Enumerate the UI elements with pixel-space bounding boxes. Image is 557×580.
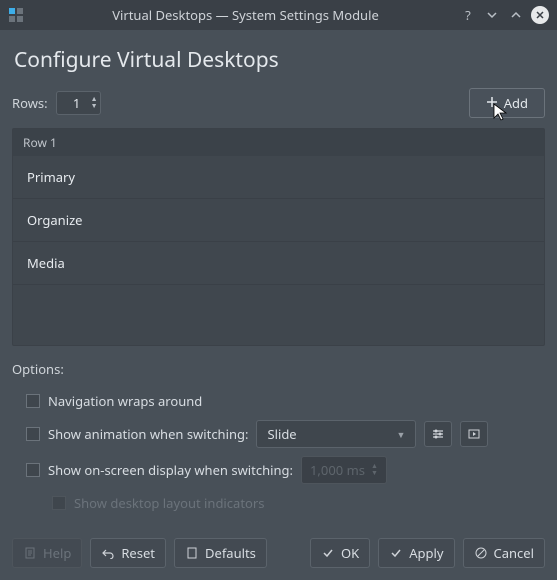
add-button-label: Add: [504, 94, 528, 112]
help-button[interactable]: Help: [12, 538, 82, 568]
apply-button-label: Apply: [409, 544, 443, 562]
list-item[interactable]: Media: [13, 242, 544, 285]
titlebar: Virtual Desktops — System Settings Modul…: [0, 0, 557, 30]
nav-wrap-label: Navigation wraps around: [48, 392, 202, 410]
options-label: Options:: [12, 360, 545, 378]
show-layout-checkbox: [52, 496, 66, 510]
show-animation-checkbox[interactable]: [26, 427, 40, 441]
apply-button[interactable]: Apply: [378, 538, 454, 568]
page-title: Configure Virtual Desktops: [14, 46, 545, 74]
maximize-button[interactable]: [507, 6, 525, 24]
undo-icon: [101, 547, 115, 559]
nav-wrap-checkbox[interactable]: [26, 394, 40, 408]
defaults-button[interactable]: Defaults: [174, 538, 267, 568]
animation-select[interactable]: Slide ▼: [256, 420, 416, 448]
dialog-footer: Help Reset Defaults OK Apply Cancel: [0, 528, 557, 580]
preview-animation-button[interactable]: [460, 421, 488, 447]
app-icon: [8, 7, 24, 23]
help-titlebar-button[interactable]: ?: [459, 6, 477, 24]
document-icon: [185, 547, 199, 559]
list-header: Row 1: [13, 129, 544, 156]
list-item[interactable]: Primary: [13, 156, 544, 199]
ok-button[interactable]: OK: [310, 538, 370, 568]
rows-label: Rows:: [12, 94, 48, 112]
reset-button[interactable]: Reset: [90, 538, 166, 568]
close-button[interactable]: [531, 6, 549, 24]
rows-decrement[interactable]: ▼: [91, 103, 98, 110]
animation-select-value: Slide: [267, 425, 296, 443]
window-title: Virtual Desktops — System Settings Modul…: [32, 6, 459, 24]
check-icon: [321, 547, 335, 559]
rows-spinner[interactable]: ▲ ▼: [56, 91, 101, 115]
list-item[interactable]: Organize: [13, 199, 544, 242]
reset-button-label: Reset: [121, 544, 155, 562]
osd-duration-spinner: 1,000 ms ▲▼: [301, 456, 387, 484]
rows-input[interactable]: [67, 94, 87, 112]
add-button[interactable]: Add: [469, 88, 545, 118]
ok-button-label: OK: [341, 544, 359, 562]
minimize-button[interactable]: [483, 6, 501, 24]
defaults-button-label: Defaults: [205, 544, 256, 562]
chevron-down-icon: ▼: [397, 428, 406, 441]
cancel-button[interactable]: Cancel: [463, 538, 545, 568]
configure-animation-button[interactable]: [424, 421, 452, 447]
check-icon: [389, 547, 403, 559]
show-layout-label: Show desktop layout indicators: [74, 494, 264, 512]
help-button-label: Help: [43, 544, 71, 562]
show-osd-checkbox[interactable]: [26, 463, 40, 477]
desktop-list: Row 1 Primary Organize Media: [12, 128, 545, 346]
show-animation-label: Show animation when switching:: [48, 425, 248, 443]
cancel-icon: [474, 547, 488, 559]
plus-icon: [486, 94, 498, 112]
help-icon: [23, 547, 37, 559]
cancel-button-label: Cancel: [494, 544, 534, 562]
osd-duration-value: 1,000 ms: [310, 461, 365, 479]
show-osd-label: Show on-screen display when switching:: [48, 461, 293, 479]
